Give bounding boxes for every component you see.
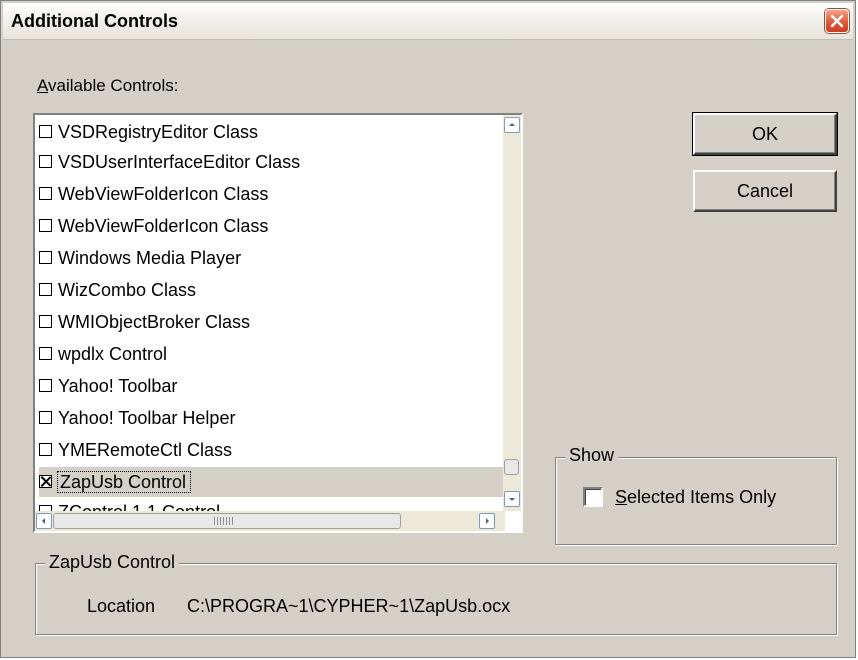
list-item[interactable]: YMERemoteCtl Class [39,435,503,465]
details-group-title: ZapUsb Control [45,552,180,573]
available-controls-label: Available Controls: [37,76,179,95]
scroll-down-button[interactable] [504,491,520,507]
list-item[interactable]: wpdlx Control [39,339,503,369]
selected-items-only-label[interactable]: Selected Items Only [615,487,776,508]
list-item-checkbox[interactable] [39,314,52,328]
scroll-left-arrow-icon [42,518,45,524]
available-controls-list[interactable]: VSDRegistryEditor Class VSDUserInterface… [33,113,523,533]
scroll-right-button[interactable] [479,513,495,529]
list-item-checkbox[interactable] [39,346,52,360]
list-item-checkbox[interactable] [39,218,52,232]
vertical-scroll-thumb[interactable] [504,459,519,475]
ok-button[interactable]: OK [692,112,838,156]
list-item[interactable]: WizCombo Class [39,275,503,305]
scroll-right-arrow-icon [486,518,489,524]
list-item-checkbox[interactable] [39,378,52,392]
list-item[interactable]: VSDUserInterfaceEditor Class [39,147,503,177]
scroll-up-button[interactable] [504,117,520,133]
show-group-title: Show [565,445,619,466]
scroll-down-arrow-icon [509,498,515,501]
list-item[interactable]: VSDRegistryEditor Class [39,117,503,147]
list-item-checkbox[interactable] [39,442,52,456]
selected-items-only-checkbox[interactable] [583,487,603,507]
vertical-scrollbar[interactable] [503,115,521,511]
scroll-up-arrow-icon [509,123,515,126]
list-item[interactable]: Yahoo! Toolbar Helper [39,403,503,433]
list-item[interactable]: Windows Media Player [39,243,503,273]
list-item[interactable]: WebViewFolderIcon Class [39,211,503,241]
location-label: Location [87,596,156,616]
list-item-checkbox[interactable] [39,410,52,424]
list-item-checkbox-checked[interactable] [39,474,52,488]
list-item-checkbox[interactable] [39,250,52,264]
window-title: Additional Controls [11,11,178,31]
list-item[interactable]: WebViewFolderIcon Class [39,179,503,209]
cancel-button[interactable]: Cancel [693,170,837,212]
list-item-checkbox[interactable] [39,186,52,200]
horizontal-scrollbar[interactable] [35,511,505,531]
close-x-icon [830,14,844,28]
list-item-checkbox[interactable] [39,154,52,168]
list-item-checkbox[interactable] [39,282,52,296]
list-item-selected[interactable]: ZapUsb Control [39,467,503,497]
horizontal-scroll-thumb[interactable] [53,513,401,529]
additional-controls-dialog: Additional Controls Available Controls: … [0,0,856,658]
scroll-left-button[interactable] [36,513,52,529]
list-item-checkbox[interactable] [39,124,52,138]
list-item[interactable]: WMIObjectBroker Class [39,307,503,337]
list-item[interactable]: ZControl 1.1 Control [39,497,503,511]
list-item[interactable]: Yahoo! Toolbar [39,371,503,401]
title-bar[interactable]: Additional Controls [3,3,853,40]
close-button[interactable] [825,9,849,33]
location-value: C:\PROGRA~1\CYPHER~1\ZapUsb.ocx [187,596,511,616]
